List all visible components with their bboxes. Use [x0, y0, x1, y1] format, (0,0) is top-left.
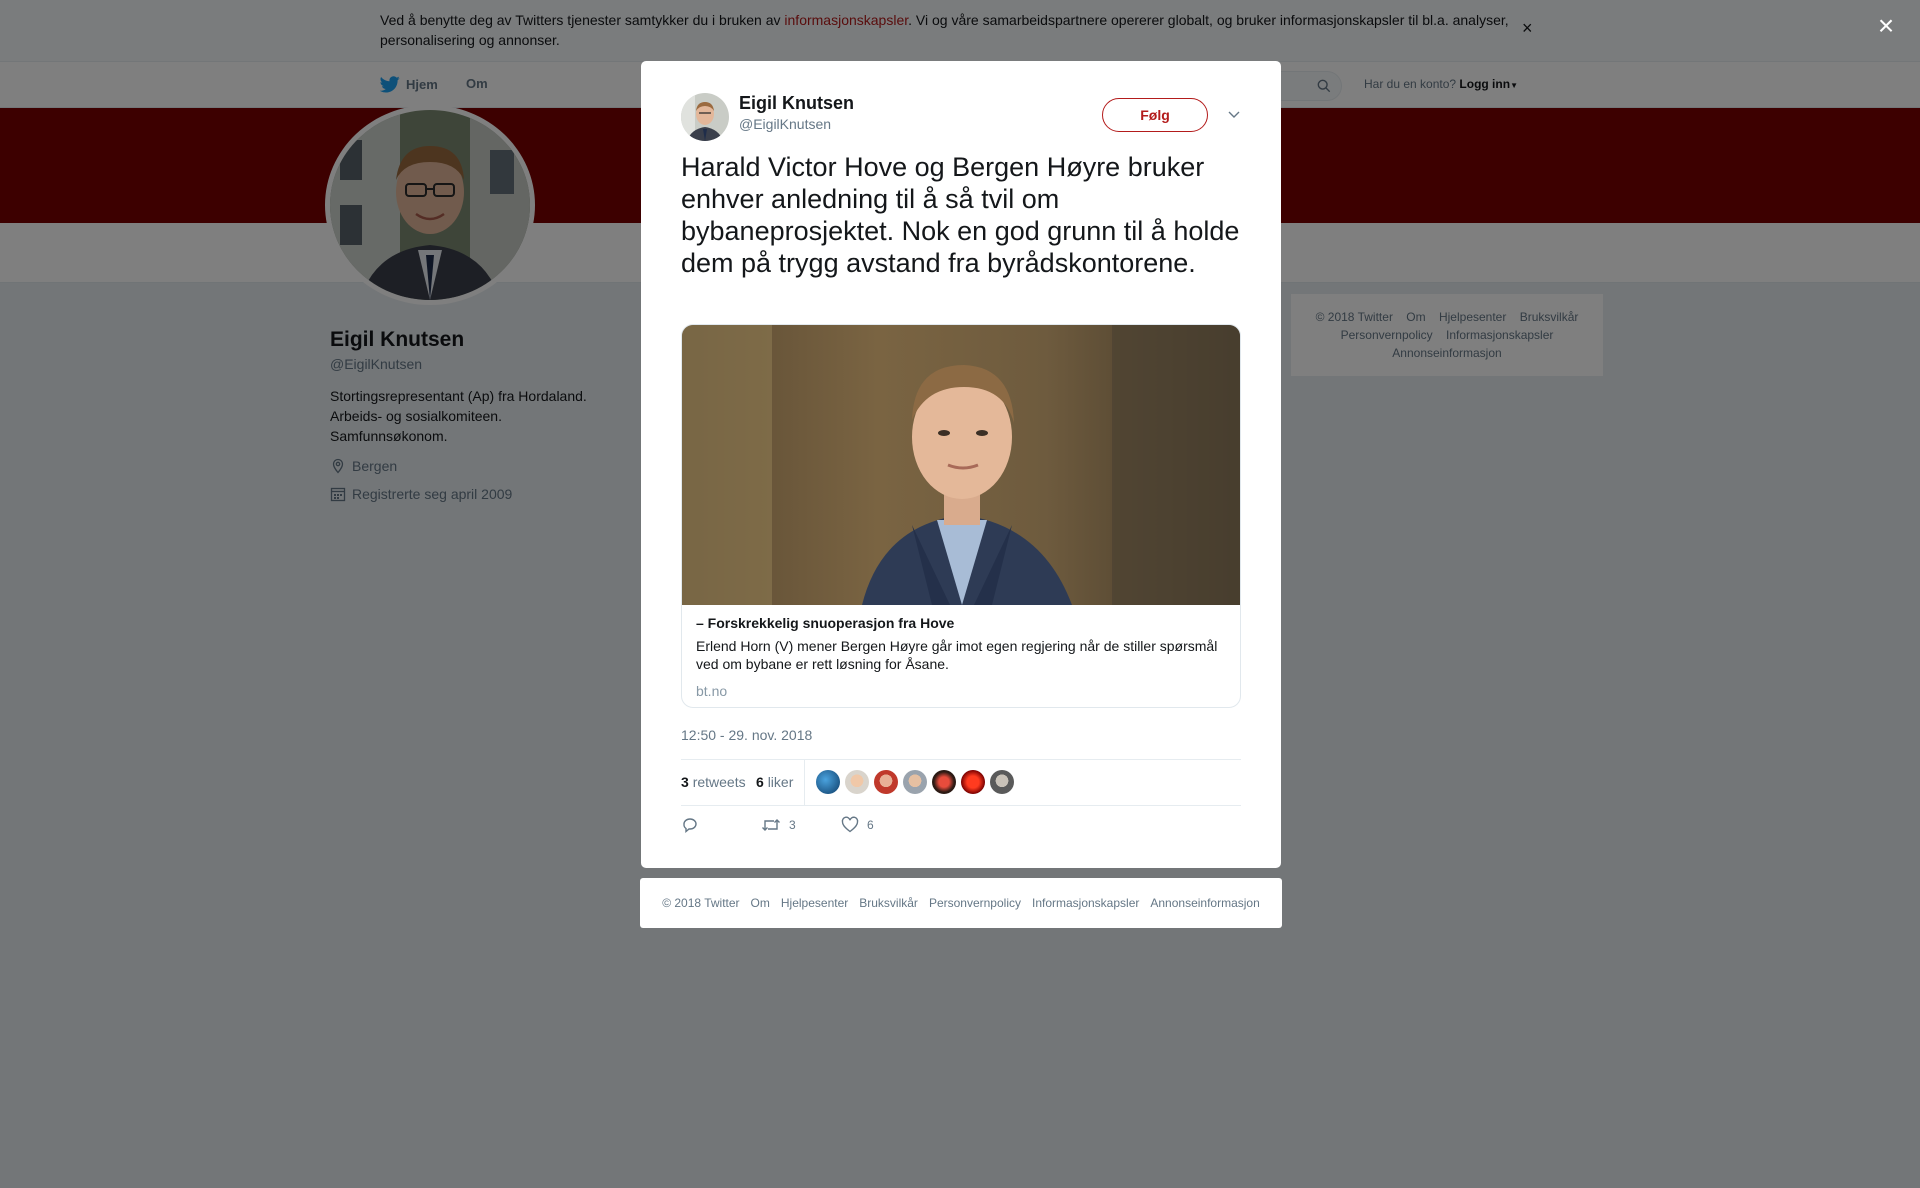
likes-count: 6 [756, 774, 764, 790]
tweet-stats: 3 retweets 6 liker [681, 759, 1241, 806]
modal-footer: © 2018 Twitter Om Hjelpesenter Bruksvilk… [640, 878, 1282, 928]
footer-link-privacy[interactable]: Personvernpolicy [929, 896, 1021, 910]
author-handle[interactable]: @EigilKnutsen [739, 116, 831, 132]
retweet-action-count: 3 [789, 818, 796, 832]
card-image[interactable] [682, 325, 1241, 605]
like-button[interactable]: 6 [841, 816, 874, 834]
card-description: Erlend Horn (V) mener Bergen Høyre går i… [696, 638, 1218, 672]
liker-avatar[interactable] [874, 770, 898, 794]
card-domain: bt.no [696, 683, 728, 699]
footer-link-ads[interactable]: Annonseinformasjon [1150, 896, 1259, 910]
retweet-stat[interactable]: 3 retweets [681, 774, 746, 790]
retweet-icon [762, 819, 780, 831]
liker-avatar[interactable] [932, 770, 956, 794]
author-name[interactable]: Eigil Knutsen [739, 93, 854, 114]
retweet-count: 3 [681, 774, 689, 790]
reply-icon [683, 818, 697, 833]
tweet-text: Harald Victor Hove og Bergen Høyre bruke… [681, 152, 1240, 278]
stats-divider [804, 760, 805, 805]
tweet-actions: 3 6 [681, 816, 1241, 846]
chevron-down-icon[interactable] [1226, 106, 1242, 122]
close-icon[interactable]: × [1872, 12, 1900, 40]
link-card[interactable]: – Forskrekkelig snuoperasjon fra Hove Er… [681, 324, 1241, 708]
likers-list [816, 770, 1014, 794]
tweet-timestamp[interactable]: 12:50 - 29. nov. 2018 [681, 727, 812, 743]
likes-label: liker [767, 774, 794, 790]
footer-link-about[interactable]: Om [751, 896, 770, 910]
likes-stat[interactable]: 6 liker [756, 774, 793, 790]
liker-avatar[interactable] [816, 770, 840, 794]
like-action-count: 6 [867, 818, 874, 832]
card-title[interactable]: – Forskrekkelig snuoperasjon fra Hove [696, 615, 954, 631]
reply-button[interactable] [681, 816, 699, 834]
footer-copyright: © 2018 Twitter [662, 896, 740, 910]
tweet-modal: Eigil Knutsen @EigilKnutsen Følg Harald … [641, 61, 1281, 868]
heart-icon [841, 816, 859, 833]
footer-link-help[interactable]: Hjelpesenter [781, 896, 848, 910]
liker-avatar[interactable] [990, 770, 1014, 794]
footer-link-cookies[interactable]: Informasjonskapsler [1032, 896, 1139, 910]
follow-button[interactable]: Følg [1102, 98, 1208, 132]
liker-avatar[interactable] [903, 770, 927, 794]
liker-avatar[interactable] [961, 770, 985, 794]
footer-link-terms[interactable]: Bruksvilkår [859, 896, 918, 910]
author-photo [681, 93, 729, 141]
author-avatar[interactable] [681, 93, 729, 141]
liker-avatar[interactable] [845, 770, 869, 794]
retweet-button[interactable]: 3 [761, 816, 796, 834]
retweet-label: retweets [692, 774, 746, 790]
